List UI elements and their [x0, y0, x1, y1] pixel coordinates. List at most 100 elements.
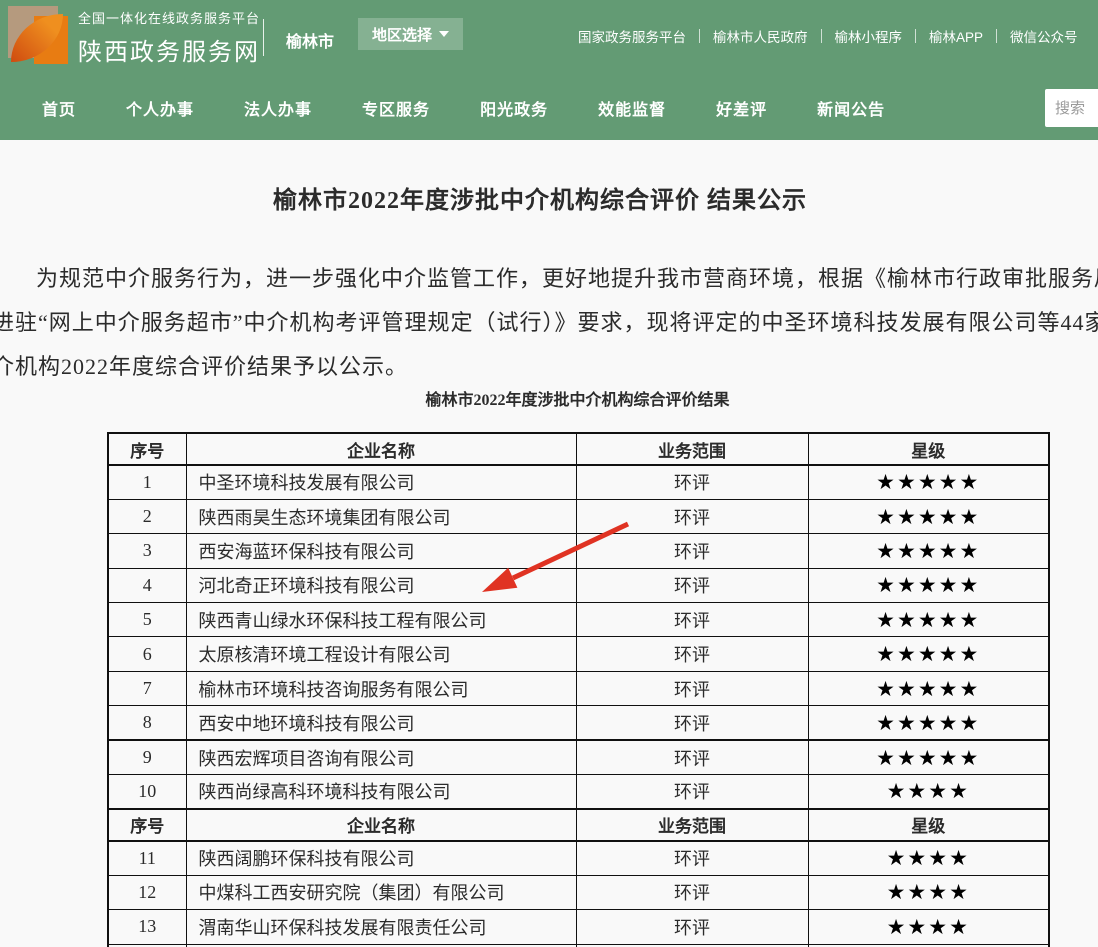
cell-star-rating: ★★★★	[808, 841, 1049, 875]
table-row: 6太原核清环境工程设计有限公司环评★★★★★	[108, 637, 1049, 671]
cell-star-rating: ★★★★★	[808, 706, 1049, 740]
table-row: 4河北奇正环境科技有限公司环评★★★★★	[108, 568, 1049, 602]
top-link-3[interactable]: 榆林小程序	[835, 26, 903, 46]
cell-star-rating: ★★★★	[808, 910, 1049, 944]
cell-star-rating: ★★★★★	[808, 568, 1049, 602]
top-link-5[interactable]: 微信公众号	[1010, 26, 1078, 46]
site-header: 全国一体化在线政务服务平台 陕西政务服务网 榆林市 地区选择 国家政务服务平台 榆…	[0, 0, 1098, 75]
cell-business-scope: 环评	[576, 499, 808, 533]
table-row: 2陕西雨昊生态环境集团有限公司环评★★★★★	[108, 499, 1049, 533]
table-row: 9陕西宏辉项目咨询有限公司环评★★★★★	[108, 740, 1049, 774]
top-link-separator	[915, 29, 916, 43]
announcement-paragraph: 为规范中介服务行为，进一步强化中介监管工作，更好地提升我市营商环境，根据《榆林市…	[0, 257, 1098, 389]
top-links: 国家政务服务平台榆林市人民政府榆林小程序榆林APP微信公众号注册	[578, 26, 1098, 46]
table-header-row: 序号企业名称业务范围星级	[108, 809, 1049, 841]
cell-star-rating: ★★★★★	[808, 603, 1049, 637]
cell-company-name: 陕西雨昊生态环境集团有限公司	[186, 499, 576, 533]
cell-star-rating: ★★★★★	[808, 534, 1049, 568]
paragraph-line-1: 为规范中介服务行为，进一步强化中介监管工作，更好地提升我市营商环境，根据《榆林市…	[0, 257, 1098, 301]
cell-company-name: 河北奇正环境科技有限公司	[186, 568, 576, 602]
cell-business-scope: 环评	[576, 706, 808, 740]
evaluation-results-table: 序号企业名称业务范围星级1中圣环境科技发展有限公司环评★★★★★2陕西雨昊生态环…	[107, 432, 1050, 947]
nav-item-4[interactable]: 专区服务	[362, 96, 430, 120]
cell-business-scope: 环评	[576, 841, 808, 875]
table-row: 13渭南华山环保科技发展有限责任公司环评★★★★	[108, 910, 1049, 944]
cell-company-name: 陕西宏辉项目咨询有限公司	[186, 740, 576, 774]
cell-serial-number: 5	[108, 603, 186, 637]
column-header: 企业名称	[186, 809, 576, 841]
cell-serial-number: 1	[108, 465, 186, 499]
cell-company-name: 西安海蓝环保科技有限公司	[186, 534, 576, 568]
cell-business-scope: 环评	[576, 910, 808, 944]
top-link-4[interactable]: 榆林APP	[929, 26, 983, 46]
cell-serial-number: 11	[108, 841, 186, 875]
top-link-separator	[699, 29, 700, 43]
top-link-separator	[996, 29, 997, 43]
cell-company-name: 太原核清环境工程设计有限公司	[186, 637, 576, 671]
nav-item-1[interactable]: 首页	[42, 96, 76, 120]
cell-star-rating: ★★★★	[808, 875, 1049, 909]
column-header: 星级	[808, 433, 1049, 465]
table-row: 8西安中地环境科技有限公司环评★★★★★	[108, 706, 1049, 740]
cell-business-scope: 环评	[576, 671, 808, 705]
cell-serial-number: 2	[108, 499, 186, 533]
cell-company-name: 陕西尚绿高科环境科技有限公司	[186, 775, 576, 809]
top-link-2[interactable]: 榆林市人民政府	[713, 26, 808, 46]
paragraph-line-2: 进驻“网上中介服务超市”中介机构考评管理规定（试行）》要求，现将评定的中圣环境科…	[0, 301, 1098, 345]
cell-company-name: 中煤科工西安研究院（集团）有限公司	[186, 875, 576, 909]
search-input[interactable]	[1045, 89, 1098, 127]
paragraph-line-3: 介机构2022年度综合评价结果予以公示。	[0, 345, 1098, 389]
cell-serial-number: 6	[108, 637, 186, 671]
cell-business-scope: 环评	[576, 465, 808, 499]
nav-item-8[interactable]: 新闻公告	[817, 96, 885, 120]
platform-tagline: 全国一体化在线政务服务平台	[78, 8, 260, 27]
cell-star-rating: ★★★★	[808, 775, 1049, 809]
top-link-1[interactable]: 国家政务服务平台	[578, 26, 686, 46]
cell-company-name: 陕西阔鹏环保科技有限公司	[186, 841, 576, 875]
cell-business-scope: 环评	[576, 875, 808, 909]
cell-serial-number: 7	[108, 671, 186, 705]
cell-star-rating: ★★★★★	[808, 637, 1049, 671]
table-header-row: 序号企业名称业务范围星级	[108, 433, 1049, 465]
column-header: 序号	[108, 809, 186, 841]
cell-serial-number: 13	[108, 910, 186, 944]
site-title: 陕西政务服务网	[78, 32, 260, 67]
nav-item-2[interactable]: 个人办事	[126, 96, 194, 120]
cell-star-rating: ★★★★★	[808, 740, 1049, 774]
brand-text: 全国一体化在线政务服务平台 陕西政务服务网	[78, 8, 260, 67]
cell-company-name: 榆林市环境科技咨询服务有限公司	[186, 671, 576, 705]
cell-business-scope: 环评	[576, 775, 808, 809]
nav-item-6[interactable]: 效能监督	[598, 96, 666, 120]
current-city-label: 榆林市	[286, 28, 334, 52]
cell-business-scope: 环评	[576, 534, 808, 568]
top-link-separator	[821, 29, 822, 43]
cell-star-rating: ★★★★★	[808, 671, 1049, 705]
nav-item-3[interactable]: 法人办事	[244, 96, 312, 120]
table-row: 1中圣环境科技发展有限公司环评★★★★★	[108, 465, 1049, 499]
cell-serial-number: 10	[108, 775, 186, 809]
site-logo-icon[interactable]	[8, 6, 68, 66]
main-nav: 首页 个人办事 法人办事 专区服务 阳光政务 效能监督 好差评 新闻公告	[0, 75, 1098, 140]
cell-company-name: 陕西青山绿水环保科技工程有限公司	[186, 603, 576, 637]
column-header: 星级	[808, 809, 1049, 841]
page-title: 榆林市2022年度涉批中介机构综合评价 结果公示	[0, 180, 1080, 215]
table-row: 5陕西青山绿水环保科技工程有限公司环评★★★★★	[108, 603, 1049, 637]
cell-serial-number: 9	[108, 740, 186, 774]
table-row: 12中煤科工西安研究院（集团）有限公司环评★★★★	[108, 875, 1049, 909]
cell-business-scope: 环评	[576, 740, 808, 774]
cell-company-name: 渭南华山环保科技发展有限责任公司	[186, 910, 576, 944]
region-selector-button[interactable]: 地区选择	[358, 18, 463, 50]
cell-serial-number: 3	[108, 534, 186, 568]
nav-item-5[interactable]: 阳光政务	[480, 96, 548, 120]
chevron-down-icon	[439, 31, 449, 37]
nav-item-7[interactable]: 好差评	[716, 96, 767, 120]
region-selector-label: 地区选择	[372, 24, 432, 45]
cell-serial-number: 12	[108, 875, 186, 909]
cell-star-rating: ★★★★★	[808, 465, 1049, 499]
cell-business-scope: 环评	[576, 568, 808, 602]
cell-serial-number: 8	[108, 706, 186, 740]
header-divider	[263, 19, 264, 56]
table-row: 3西安海蓝环保科技有限公司环评★★★★★	[108, 534, 1049, 568]
column-header: 序号	[108, 433, 186, 465]
column-header: 企业名称	[186, 433, 576, 465]
